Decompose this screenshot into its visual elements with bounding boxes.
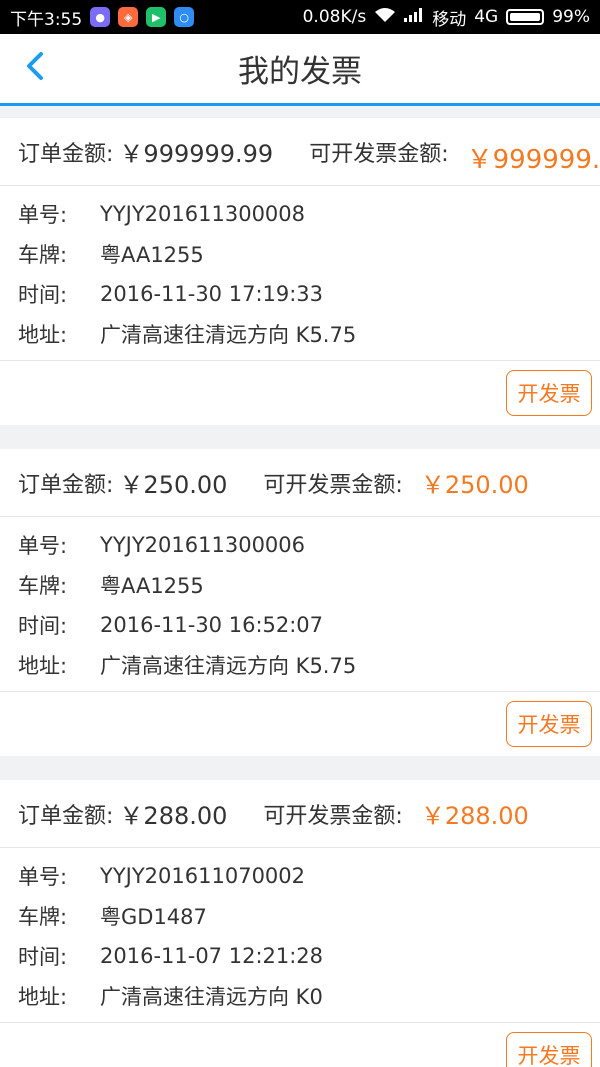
order-no: YYJY201611300006 (100, 533, 306, 557)
order-amount-label: 订单金额: (18, 472, 114, 498)
order-card-header: 订单金额: ￥288.00 可开发票金额: ￥288.00 (0, 780, 600, 848)
order-amount: ￥250.00 (119, 471, 228, 499)
available-amount-label: 可开发票金额: (263, 472, 403, 498)
address: 广清高速往清远方向 K5.75 (100, 323, 357, 347)
order-card: 订单金额: ￥288.00 可开发票金额: ￥288.00 单号: YYJY201… (0, 780, 600, 1067)
available-amount: ￥999999.99 (466, 144, 600, 175)
order-time: 2016-11-30 17:19:33 (100, 282, 324, 306)
order-card-header: 订单金额: ￥999999.99 可开发票金额: ￥999999.99 (0, 118, 600, 186)
order-card: 订单金额: ￥250.00 可开发票金额: ￥250.00 单号: YYJY201… (0, 449, 600, 756)
order-no-row: 单号: YYJY201611300006 (18, 533, 306, 558)
chat-notification-icon: ○ (174, 7, 195, 27)
order-no: YYJY201611070002 (100, 864, 306, 888)
order-card: 订单金额: ￥999999.99 可开发票金额: ￥999999.99 单号:Y… (0, 118, 600, 425)
play-notification-icon: ▶ (146, 7, 167, 27)
plate-row: 车牌: 粤AA1255 (18, 234, 600, 274)
battery-percent: 99% (552, 7, 590, 27)
available-amount-label: 可开发票金额: (263, 803, 403, 829)
shield-notification-icon: ◈ (118, 7, 139, 27)
app-bar: 我的发票 (0, 34, 600, 106)
issue-invoice-button[interactable]: 开发票 (506, 370, 592, 416)
order-card-footer: 开发票 (0, 361, 600, 425)
wifi-icon (374, 7, 396, 28)
plate: 粤GD1487 (100, 905, 207, 929)
carrier-label: 移动 (432, 9, 467, 30)
plate: 粤AA1255 (100, 574, 204, 598)
time-row: 时间: 2016-11-30 16:52:07 (18, 613, 324, 638)
plate-row: 车牌: 粤AA1255 (18, 565, 600, 605)
issue-invoice-button[interactable]: 开发票 (506, 1032, 592, 1067)
network-speed: 0.08K/s (302, 7, 367, 27)
status-bar: 下午3:55 ● ◈ ▶ ○ 0.08K/s 移动 4G 99% (0, 0, 600, 34)
available-amount: ￥288.00 (420, 802, 529, 830)
order-no-row: 单号: YYJY201611070002 (18, 864, 306, 889)
time-row: 时间: 2016-11-07 12:21:28 (18, 944, 324, 969)
page-title: 我的发票 (238, 54, 362, 90)
order-amount-label: 订单金额: (18, 803, 114, 829)
order-card-footer: 开发票 (0, 1023, 600, 1067)
invoice-order-list: 订单金额: ￥999999.99 可开发票金额: ￥999999.99 单号:Y… (0, 118, 600, 1067)
order-amount-label: 订单金额: (18, 141, 114, 167)
available-amount: ￥250.00 (420, 471, 529, 499)
plate: 粤AA1255 (100, 243, 204, 267)
status-time: 下午3:55 (10, 9, 83, 30)
order-details: 单号: YYJY201611300008 车牌: 粤AA1255 时间: 2016-1… (0, 186, 600, 361)
address-row: 地址: 广清高速往清远方向 K5.75 (18, 314, 600, 354)
order-amount: ￥999999.99 (119, 140, 274, 168)
signal-icon (404, 7, 424, 27)
order-time: 2016-11-30 16:52:07 (100, 613, 324, 637)
time-row: 时间: 2016-11-30 17:19:33 (18, 282, 324, 307)
order-card-footer: 开发票 (0, 692, 600, 756)
plate-row: 车牌: 粤GD1487 (18, 896, 600, 936)
order-time: 2016-11-07 12:21:28 (100, 944, 324, 968)
order-card-header: 订单金额: ￥250.00 可开发票金额: ￥250.00 (0, 449, 600, 517)
order-amount: ￥288.00 (119, 802, 228, 830)
order-no: YYJY201611300008 (100, 202, 306, 226)
app-notification-icon: ● (90, 7, 111, 27)
network-type: 4G (474, 7, 499, 27)
battery-icon (506, 9, 545, 25)
address-row: 地址: 广清高速往清远方向 K5.75 (18, 645, 600, 685)
address-row: 地址: 广清高速往清远方向 K0 (18, 976, 600, 1016)
order-details: 单号: YYJY201611070002 车牌: 粤GD1487 时间: 2016-1… (0, 848, 600, 1023)
order-no-row: 单号: YYJY201611300008 (18, 202, 306, 227)
available-amount-label: 可开发票金额: (309, 141, 449, 167)
address: 广清高速往清远方向 K0 (100, 985, 323, 1009)
order-details: 单号: YYJY201611300006 车牌: 粤AA1255 时间: 2016-1… (0, 517, 600, 692)
issue-invoice-button[interactable]: 开发票 (506, 701, 592, 747)
address: 广清高速往清远方向 K5.75 (100, 654, 357, 678)
